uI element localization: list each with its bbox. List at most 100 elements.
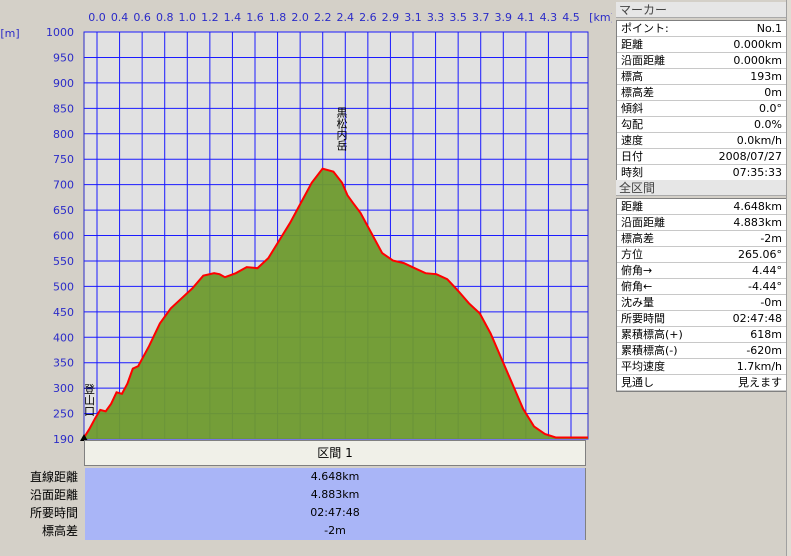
y-tick-label: 800 [53, 128, 74, 141]
panel-row: 見通し 見えます [617, 375, 787, 391]
summary-row-elevation-diff: 標高差 -2m [0, 522, 600, 540]
x-tick-label: 3.3 [427, 11, 445, 24]
panel-row: 距離 4.648km [617, 199, 787, 215]
summary-row-straight-distance: 直線距離 4.648km [0, 468, 600, 486]
panel-row: 傾斜 0.0° [617, 101, 787, 117]
panel-row: 累積標高(+) 618m [617, 327, 787, 343]
summary-row-duration: 所要時間 02:47:48 [0, 504, 600, 522]
panel-value: -620m [746, 344, 782, 357]
scrollbar[interactable] [786, 0, 791, 556]
panel-key: 時刻 [621, 166, 643, 179]
panel-row: 標高差 0m [617, 85, 787, 101]
panel-key: 速度 [621, 134, 643, 147]
panel-value: 0m [764, 86, 782, 99]
panel-key: 距離 [621, 200, 643, 213]
panel-key: 傾斜 [621, 102, 643, 115]
panel-value: 265.06° [738, 248, 782, 261]
panel-row: 沈み量 -0m [617, 295, 787, 311]
panel-key: 累積標高(-) [621, 344, 678, 357]
x-tick-label: 1.2 [201, 11, 219, 24]
panel-key: 方位 [621, 248, 643, 261]
panel-row: 俯角← -4.44° [617, 279, 787, 295]
y-tick-label: 900 [53, 77, 74, 90]
summary-value: 4.883km [85, 486, 586, 504]
x-tick-label: 0.4 [111, 11, 129, 24]
panel-value: 07:35:33 [732, 166, 782, 179]
panel-key: 標高 [621, 70, 643, 83]
panel-value: 193m [750, 70, 782, 83]
x-tick-label: 1.4 [224, 11, 242, 24]
panel-row: 所要時間 02:47:48 [617, 311, 787, 327]
segment-header[interactable]: 区間 1 [84, 440, 586, 466]
marker-panel: ポイント: No.1 距離 0.000km 沿面距離 0.000km 標高 193m 標高差 0m… [616, 20, 788, 182]
x-tick-label: 0.8 [156, 11, 174, 24]
x-tick-label: 1.6 [246, 11, 264, 24]
panel-row: 距離 0.000km [617, 37, 787, 53]
y-tick-label: 500 [53, 280, 74, 293]
panel-value: 4.648km [733, 200, 782, 213]
y-tick-label: 450 [53, 306, 74, 319]
elevation-chart[interactable]: 1000 950 900 850 800 750 700 650 600 550 500 450 400… [0, 0, 612, 445]
panel-value: No.1 [756, 22, 782, 35]
x-tick-label: 2.4 [337, 11, 355, 24]
x-tick-label: 1.0 [179, 11, 197, 24]
all-section-panel: 距離 4.648km 沿面距離 4.883km 標高差 -2m 方位 265.06° 俯角→ 4.… [616, 198, 788, 392]
panel-value: 2008/07/27 [718, 150, 782, 163]
panel-key: ポイント: [621, 22, 669, 35]
panel-value: -4.44° [748, 280, 782, 293]
panel-row: 標高 193m [617, 69, 787, 85]
panel-row: 速度 0.0km/h [617, 133, 787, 149]
panel-row: 日付 2008/07/27 [617, 149, 787, 165]
summary-row-surface-distance: 沿面距離 4.883km [0, 486, 600, 504]
panel-row: 俯角→ 4.44° [617, 263, 787, 279]
panel-key: 所要時間 [621, 312, 665, 325]
x-tick-label: 1.8 [269, 11, 287, 24]
x-tick-label: 4.5 [562, 11, 580, 24]
summary-label: 標高差 [41, 524, 78, 538]
segment-summary: 区間 1 直線距離 4.648km 沿面距離 4.883km 所要時間 02:4… [0, 440, 615, 556]
y-tick-label: 250 [53, 408, 74, 421]
x-tick-label: 2.0 [291, 11, 309, 24]
x-tick-label: 0.0 [88, 11, 106, 24]
y-tick-label: 600 [53, 230, 74, 243]
panel-key: 日付 [621, 150, 643, 163]
panel-value: 0.0° [759, 102, 782, 115]
trailhead-annotation: 登山口 [83, 382, 96, 416]
panel-row: 勾配 0.0% [617, 117, 787, 133]
panel-row: ポイント: No.1 [617, 21, 787, 37]
panel-key: 俯角→ [621, 264, 653, 277]
x-tick-label: 3.5 [449, 11, 467, 24]
panel-value: 1.7km/h [736, 360, 782, 373]
panel-key: 標高差 [621, 232, 654, 245]
panel-row: 時刻 07:35:33 [617, 165, 787, 181]
panel-key: 沿面距離 [621, 216, 665, 229]
summary-value: 4.648km [85, 468, 586, 486]
panel-row: 沿面距離 0.000km [617, 53, 787, 69]
x-tick-label: 2.6 [359, 11, 377, 24]
y-tick-label: 750 [53, 153, 74, 166]
summary-label: 直線距離 [29, 470, 78, 484]
marker-panel-title: マーカー [616, 2, 786, 18]
panel-key: 標高差 [621, 86, 654, 99]
panel-row: 累積標高(-) -620m [617, 343, 787, 359]
panel-value: 0.000km [733, 54, 782, 67]
y-tick-label: 950 [53, 51, 74, 64]
panel-row: 方位 265.06° [617, 247, 787, 263]
panel-value: 4.44° [752, 264, 782, 277]
panel-row: 標高差 -2m [617, 231, 787, 247]
y-tick-label: 650 [53, 204, 74, 217]
y-tick-label: 850 [53, 102, 74, 115]
all-panel-title: 全区間 [616, 180, 786, 196]
panel-key: 距離 [621, 38, 643, 51]
panel-value: -0m [760, 296, 782, 309]
summary-value: -2m [85, 522, 586, 540]
x-tick-label: 3.9 [495, 11, 513, 24]
panel-key: 俯角← [621, 280, 653, 293]
panel-value: 0.0km/h [736, 134, 782, 147]
x-tick-label: 4.1 [517, 11, 535, 24]
panel-key: 累積標高(+) [621, 328, 683, 341]
summary-value: 02:47:48 [85, 504, 586, 522]
summit-annotation: 黒松内岳 [335, 106, 348, 150]
panel-row: 平均速度 1.7km/h [617, 359, 787, 375]
summary-label: 所要時間 [29, 506, 78, 520]
